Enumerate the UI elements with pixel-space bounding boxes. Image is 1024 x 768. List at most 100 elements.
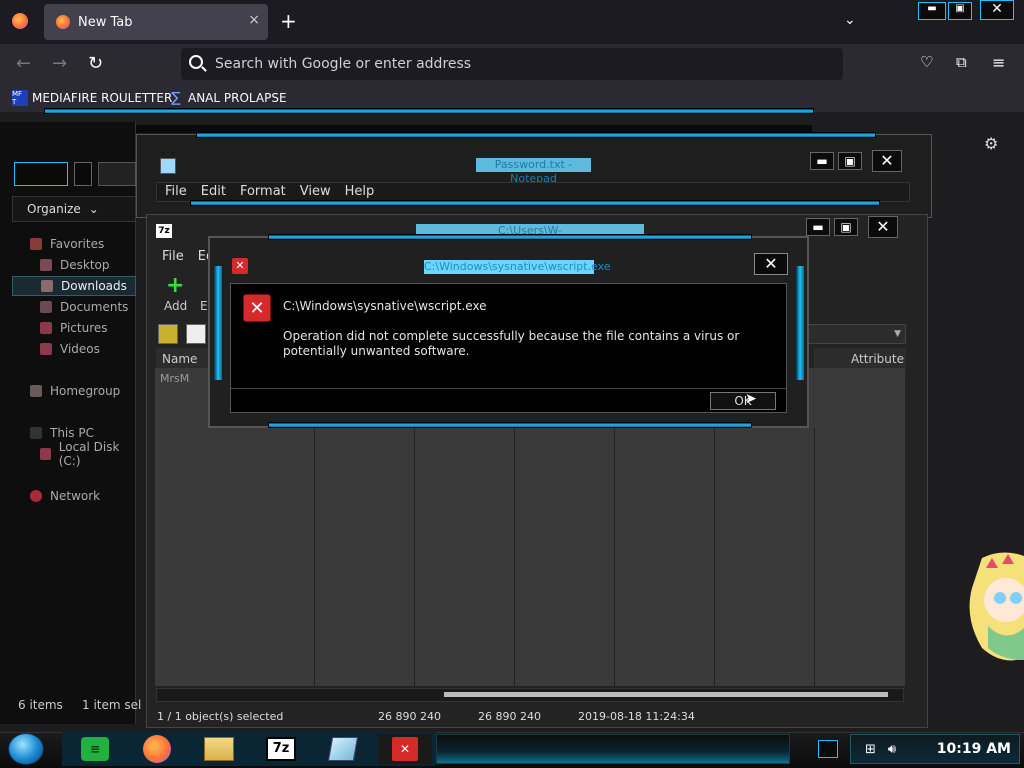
notepad-minimize-button[interactable]: ▬: [810, 152, 834, 170]
add-icon[interactable]: +: [166, 275, 184, 297]
extract-button-label[interactable]: E: [200, 299, 208, 313]
nav-pictures[interactable]: Pictures: [0, 318, 136, 338]
start-button[interactable]: [8, 733, 44, 765]
dialog-path: C:\Windows\sysnative\wscript.exe: [283, 299, 487, 313]
taskbar-error[interactable]: ✕: [378, 734, 432, 764]
nav-network[interactable]: Network: [0, 486, 136, 506]
computer-icon: [30, 427, 42, 439]
tab-title: New Tab: [78, 14, 133, 30]
nav-documents[interactable]: Documents: [0, 297, 136, 317]
reload-icon[interactable]: ↻: [88, 53, 103, 74]
notepad-menu: File Edit Format View Help: [165, 184, 374, 199]
clock[interactable]: 10:19 AM: [937, 741, 1011, 757]
nav-desktop[interactable]: Desktop: [0, 255, 136, 275]
network-tray-icon[interactable]: ⊞: [865, 742, 876, 757]
settings-gear-icon[interactable]: ⚙: [984, 134, 1002, 153]
taskbar-notepad[interactable]: ≡: [68, 734, 122, 764]
menu-icon[interactable]: ≡: [992, 53, 1005, 72]
taskbar-explorer[interactable]: [192, 734, 246, 764]
tab-new-tab[interactable]: New Tab ×: [44, 4, 268, 40]
extensions-icon[interactable]: ⧉: [956, 53, 967, 71]
status-packed-size: 26 890 240: [478, 710, 541, 723]
nav-arrow-button[interactable]: [98, 162, 136, 186]
window-maximize-button[interactable]: ▣: [948, 2, 972, 20]
nav-local-disk[interactable]: Local Disk (C:): [0, 440, 136, 468]
error-large-icon: ✕: [243, 294, 271, 322]
sevenzip-icon: 7z: [156, 224, 172, 238]
taskbar-notepad-app[interactable]: [316, 734, 370, 764]
nav-homegroup[interactable]: Homegroup: [0, 381, 136, 401]
chevron-down-icon: ⌄: [88, 202, 99, 216]
address-dropdown[interactable]: ▼: [808, 324, 906, 344]
notepad-maximize-button[interactable]: ▣: [838, 152, 862, 170]
window-close-button[interactable]: ✕: [980, 0, 1014, 20]
address-icon[interactable]: [186, 324, 206, 344]
network-icon: [30, 490, 42, 502]
explorer-status-items: 6 items: [18, 698, 63, 712]
column-attribute[interactable]: Attribute: [814, 348, 906, 370]
menu-file[interactable]: File: [165, 184, 187, 199]
new-tab-button[interactable]: +: [280, 10, 300, 34]
mouse-cursor-icon: ➤: [745, 391, 757, 407]
sevenzip-close-button[interactable]: ✕: [868, 216, 898, 238]
error-icon: ✕: [232, 258, 248, 274]
add-button-label[interactable]: Add: [164, 299, 187, 313]
menu-format[interactable]: Format: [240, 184, 286, 199]
status-selected: 1 / 1 object(s) selected: [157, 710, 284, 723]
notepad-icon: [327, 737, 359, 761]
spreadsheet-icon: ≡: [81, 737, 109, 761]
downloads-icon: [41, 280, 53, 292]
window-minimize-button[interactable]: ▬: [918, 2, 946, 20]
tab-list-button[interactable]: ⌄: [844, 12, 856, 28]
notepad-close-button[interactable]: ✕: [872, 150, 902, 172]
dialog-message: Operation did not complete successfully …: [283, 329, 740, 358]
view-buttons[interactable]: [14, 162, 68, 186]
nav-downloads[interactable]: Downloads: [12, 276, 136, 296]
organize-button[interactable]: Organize ⌄: [12, 196, 136, 222]
star-butterfly-sticker-icon: [969, 552, 1024, 661]
bookmark-mediafire[interactable]: MF T MEDIAFIRE ROULETTER: [12, 90, 172, 106]
file-row-name[interactable]: MrsM: [160, 372, 210, 388]
show-desktop-button[interactable]: [818, 740, 838, 758]
taskbar-firefox[interactable]: [130, 734, 184, 764]
forward-icon[interactable]: →: [52, 53, 67, 74]
ok-button[interactable]: OK: [710, 392, 776, 410]
explorer-status-selected: 1 item sel: [82, 698, 142, 712]
frame-bar: [44, 108, 814, 114]
tab-close-icon[interactable]: ×: [248, 12, 260, 28]
sevenzip-maximize-button[interactable]: ▣: [834, 218, 858, 236]
url-bar[interactable]: Search with Google or enter address: [181, 48, 843, 80]
column-name[interactable]: Name: [156, 348, 212, 370]
firefox-favicon-icon: [56, 15, 70, 29]
menu-edit[interactable]: Edit: [201, 184, 226, 199]
view-button[interactable]: [74, 162, 92, 186]
nav-videos[interactable]: Videos: [0, 339, 136, 359]
folder-up-icon[interactable]: [158, 324, 178, 344]
status-size: 26 890 240: [378, 710, 441, 723]
menu-view[interactable]: View: [300, 184, 331, 199]
sevenzip-minimize-button[interactable]: ▬: [806, 218, 830, 236]
nav-favorites[interactable]: Favorites: [0, 234, 136, 254]
dialog-title: C:\Windows\sysnative\wscript.exe: [424, 260, 611, 274]
star-icon: [30, 238, 42, 250]
mediafire-icon: MF T: [12, 90, 28, 106]
taskbar-decoration: [436, 734, 790, 764]
disk-icon: [40, 448, 51, 460]
menu-file[interactable]: File: [162, 249, 184, 264]
bookmark-folder[interactable]: ∑ ANAL PROLAPSE: [168, 90, 286, 106]
status-date: 2019-08-18 11:24:34: [578, 710, 695, 723]
system-tray: ⊞ 🔊︎ 10:19 AM: [850, 734, 1020, 764]
url-placeholder: Search with Google or enter address: [215, 56, 472, 72]
firefox-icon: [143, 735, 171, 763]
dialog-close-button[interactable]: ✕: [754, 253, 788, 275]
folder-icon: [204, 737, 234, 761]
notepad-icon: [160, 158, 176, 174]
back-icon[interactable]: ←: [16, 53, 31, 74]
taskbar-sevenzip[interactable]: 7z: [254, 734, 308, 764]
firefox-icon[interactable]: [12, 13, 28, 29]
menu-help[interactable]: Help: [345, 184, 375, 199]
pocket-icon[interactable]: ♡: [920, 53, 933, 71]
scrollbar-thumb[interactable]: [444, 692, 888, 697]
pictures-icon: [40, 322, 52, 334]
volume-icon[interactable]: 🔊︎: [888, 742, 896, 757]
